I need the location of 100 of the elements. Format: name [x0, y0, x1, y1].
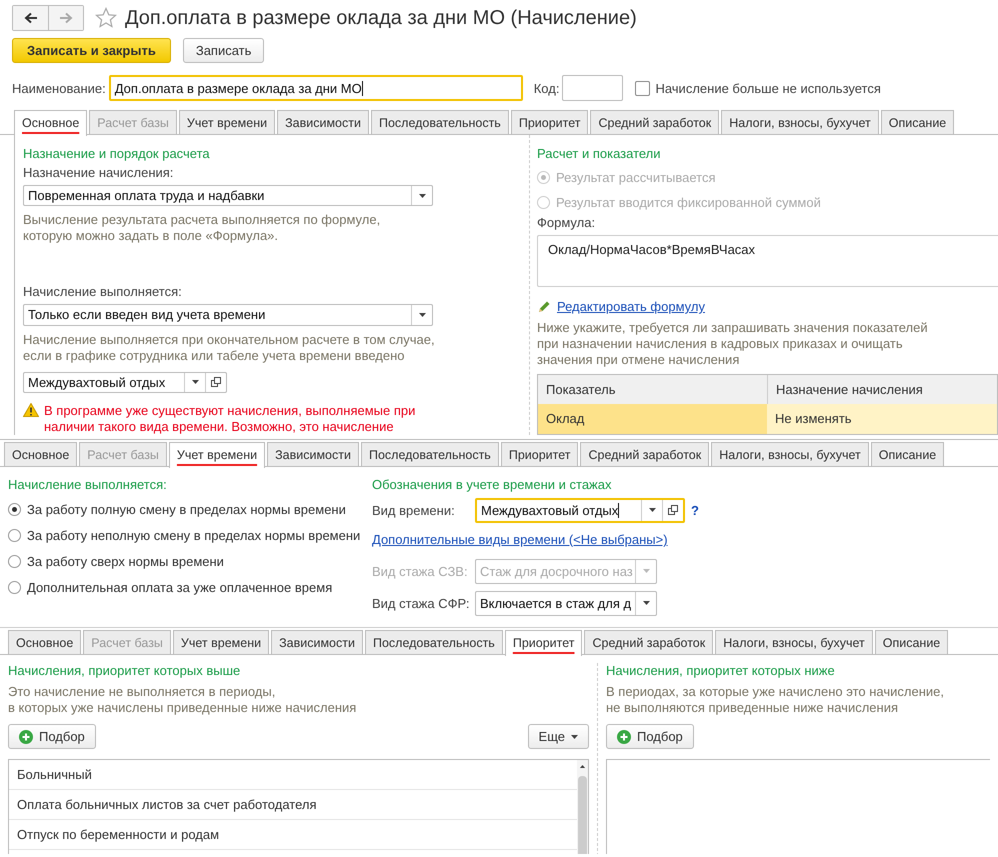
radio-button[interactable]: [8, 528, 21, 542]
time-type-select[interactable]: Междувахтовый отдых: [475, 498, 685, 522]
column-header: Назначение начисления: [768, 375, 997, 404]
name-field[interactable]: Доп.оплата в размере оклада за дни МО: [108, 75, 523, 101]
window-title: Доп.оплата в размере оклада за дни МО (Начисление): [125, 6, 637, 30]
field-label: Формула:: [537, 214, 596, 231]
dropdown-icon: [642, 601, 650, 605]
tab[interactable]: Последовательность: [370, 110, 509, 134]
tab[interactable]: Налоги, взносы, бухучет: [715, 630, 873, 654]
add-button[interactable]: Подбор: [606, 724, 694, 749]
tab[interactable]: Учет времени: [178, 110, 276, 134]
save-button[interactable]: Записать: [182, 38, 264, 63]
list-item[interactable]: Больничный: [9, 760, 577, 790]
tab[interactable]: Налоги, взносы, бухучет: [711, 442, 869, 466]
field-label: Назначение начисления:: [23, 165, 174, 181]
section-title: Начисления, приоритет которых ниже: [606, 663, 836, 679]
tab[interactable]: Средний заработок: [590, 110, 720, 134]
field-label: Вид стажа СФР:: [372, 596, 469, 610]
dropdown-icon: [642, 569, 650, 573]
section-title: Обозначения в учете времени и стажах: [372, 477, 612, 493]
code-label: Код:: [534, 80, 560, 96]
table-row[interactable]: Оклад Не изменять: [538, 404, 997, 434]
dropdown-icon: [571, 734, 578, 738]
tab[interactable]: Основное: [14, 110, 88, 136]
additional-time-types-link[interactable]: Дополнительные виды времени (<Не выбраны>): [372, 532, 699, 547]
formula-field[interactable]: Оклад/НормаЧасов*ВремяВЧасах: [537, 234, 998, 288]
add-button[interactable]: Подбор: [8, 724, 96, 749]
radio-label: Результат вводится фиксированной суммой: [556, 194, 821, 210]
tab[interactable]: Основное: [8, 630, 82, 654]
dropdown-icon: [418, 194, 426, 198]
name-label: Наименование:: [12, 80, 106, 96]
plus-icon: [19, 730, 33, 744]
field-label: Вид стажа СЗВ:: [372, 564, 469, 578]
right-arrow-icon: [59, 12, 73, 24]
section-title: Расчет и показатели: [537, 146, 662, 162]
code-field[interactable]: [562, 75, 624, 101]
hint-text: Ниже укажите, требуется ли запрашивать значения показателей при назначении начисления в кадровых приказах и очищать значения при отмене начисления: [537, 320, 929, 368]
warning-text: В программе уже существуют начисления, выполняемые при наличии такого вида времени. Возможно, это начисление: [44, 402, 416, 435]
section-title: Начисление выполняется:: [8, 477, 168, 493]
checkbox-label: Начисление больше не используется: [655, 80, 881, 96]
tab[interactable]: Последовательность: [360, 442, 499, 466]
tab[interactable]: Описание: [880, 110, 954, 134]
plus-icon: [617, 730, 631, 744]
dropdown-icon: [648, 508, 656, 512]
list-item[interactable]: Отпуск по беременности и родам: [9, 820, 577, 850]
warning-icon: [23, 402, 39, 417]
tab[interactable]: Учет времени: [168, 442, 266, 468]
tab[interactable]: Последовательность: [364, 630, 503, 654]
radio-label: За работу полную смену в пределах нормы времени: [27, 502, 346, 516]
scrollbar[interactable]: [577, 760, 588, 854]
tab[interactable]: Средний заработок: [580, 442, 710, 466]
pencil-icon: [537, 300, 551, 314]
field-label: Вид времени:: [372, 502, 456, 518]
more-button[interactable]: Еще: [528, 724, 589, 749]
experience-type-select[interactable]: Включается в стаж для д: [475, 590, 657, 616]
field-label: Начисление выполняется:: [23, 284, 183, 300]
dropdown-icon: [192, 380, 198, 384]
tab[interactable]: Зависимости: [277, 110, 369, 134]
radio-label: За работу сверх нормы времени: [27, 554, 224, 568]
hint-text: Начисление выполняется при окончательном расчете в том случае, если в графике сотрудника или табеле учета времени введено: [23, 332, 436, 364]
table-cell: Не изменять: [767, 404, 997, 434]
radio-label: Дополнительная оплата за уже оплаченное время: [27, 580, 332, 594]
tab[interactable]: Приоритет: [500, 442, 578, 466]
open-icon: [668, 505, 678, 515]
tab[interactable]: Зависимости: [267, 442, 359, 466]
section-title: Начисления, приоритет которых выше: [8, 663, 242, 679]
assignment-select[interactable]: Повременная оплата труда и надбавки: [23, 185, 433, 206]
dropdown-icon: [418, 312, 426, 317]
help-link[interactable]: ?: [691, 502, 699, 518]
edit-formula-link[interactable]: Редактировать формулу: [557, 299, 705, 314]
section-title: Назначение и порядок расчета: [23, 146, 211, 162]
checkbox[interactable]: [635, 80, 650, 96]
scroll-up-icon: [579, 765, 586, 768]
hint-text: В периодах, за которые уже начислено это начисление, не выполняются приведенные ниже начисления: [606, 684, 945, 716]
radio-button[interactable]: [8, 502, 21, 516]
left-arrow-icon: [24, 12, 38, 24]
hint-text: Это начисление не выполняется в периоды, в которых уже начислены приведенные ниже начисления: [8, 684, 358, 716]
radio-label: За работу неполную смену в пределах нормы времени: [27, 528, 360, 542]
table-cell: Оклад: [538, 404, 767, 434]
tab[interactable]: Приоритет: [510, 110, 588, 134]
tab[interactable]: Средний заработок: [584, 630, 714, 654]
radio-label: Результат рассчитывается: [556, 170, 716, 185]
tab[interactable]: Налоги, взносы, бухучет: [721, 110, 879, 134]
save-button[interactable]: Записать и закрыть: [12, 38, 171, 63]
radio-button[interactable]: [8, 554, 21, 568]
tab[interactable]: Зависимости: [271, 630, 363, 654]
tab[interactable]: Приоритет: [504, 630, 582, 656]
column-header: Показатель: [538, 375, 768, 404]
list-item[interactable]: Оплата больничных листов за счет работодателя: [9, 790, 577, 820]
star-icon[interactable]: [95, 7, 117, 29]
open-icon: [211, 377, 221, 388]
tab[interactable]: Описание: [870, 442, 944, 466]
hint-text: Вычисление результата расчета выполняется по формуле, которую можно задать в поле «Формула».: [23, 212, 382, 244]
tab[interactable]: Описание: [874, 630, 948, 654]
tab[interactable]: Учет времени: [172, 630, 270, 654]
time-type-select[interactable]: Междувахтовый отдых: [23, 372, 227, 393]
execution-select[interactable]: Только если введен вид учета времени: [23, 304, 433, 326]
tab[interactable]: Основное: [4, 442, 78, 466]
back-button[interactable]: [13, 6, 48, 30]
radio-button[interactable]: [8, 580, 21, 594]
